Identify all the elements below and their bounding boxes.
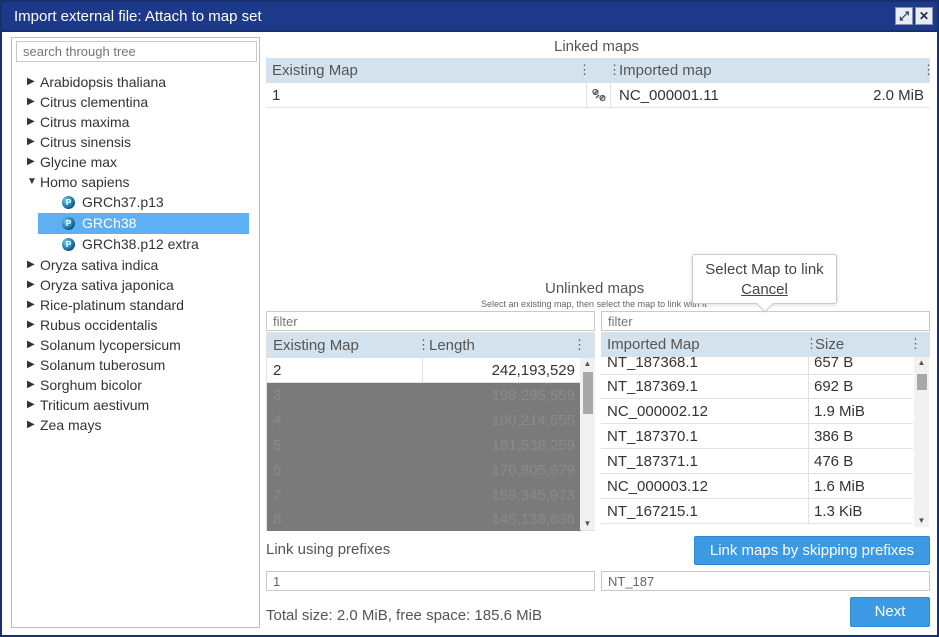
tree-item-sorghum[interactable]: ▶ Sorghum bicolor — [12, 375, 259, 395]
tree-item-zea-mays[interactable]: ▶ Zea mays — [12, 415, 259, 435]
tree-item-solanum-tuberosum[interactable]: ▶ Solanum tuberosum — [12, 355, 259, 375]
column-menu-icon[interactable]: ⋮ — [578, 62, 591, 78]
tree-item-citrus-clementina[interactable]: ▶ Citrus clementina — [12, 92, 259, 112]
col-existing-map[interactable]: Existing Map — [266, 58, 358, 83]
expand-arrow-icon[interactable]: ▶ — [27, 395, 35, 415]
expand-arrow-icon[interactable]: ▶ — [27, 275, 35, 295]
map-p-icon: P — [62, 238, 75, 251]
expand-arrow-icon[interactable]: ▶ — [27, 375, 35, 395]
expand-arrow-icon[interactable]: ▶ — [27, 255, 35, 275]
imported-row[interactable]: NC_000003.12 1.6 MiB — [601, 474, 913, 499]
imported-row[interactable]: NC_000002.12 1.9 MiB — [601, 399, 913, 424]
tree-item-grch38[interactable]: P GRCh38 — [38, 213, 249, 234]
imported-maps-grid: NT_187368.1 657 B NT_187369.1 692 B NC_0… — [601, 332, 930, 527]
scroll-thumb[interactable] — [583, 372, 593, 414]
tree-list: ▶ Arabidopsis thaliana ▶ Citrus clementina… — [12, 72, 259, 435]
size-status: Total size: 2.0 MiB, free space: 185.6 M… — [266, 607, 542, 624]
existing-row[interactable]: 2 242,193,529 — [267, 358, 581, 383]
scroll-down-icon[interactable]: ▼ — [580, 518, 595, 530]
tree-item-arabidopsis[interactable]: ▶ Arabidopsis thaliana — [12, 72, 259, 92]
tree-item-rice-platinum[interactable]: ▶ Rice-platinum standard — [12, 295, 259, 315]
expand-arrow-icon[interactable]: ▶ — [27, 152, 35, 172]
expand-arrow-icon[interactable]: ▶ — [27, 132, 35, 152]
close-icon[interactable]: ✕ — [915, 7, 933, 25]
window-title: Import external file: Attach to map set — [14, 8, 262, 25]
existing-prefix-input[interactable] — [266, 571, 595, 591]
existing-maps-grid: Existing Map ⋮ Length ⋮ 2 242,193,529 3 … — [266, 332, 595, 531]
collapse-arrow-icon[interactable]: ▼ — [27, 172, 37, 192]
tree-item-rubus[interactable]: ▶ Rubus occidentalis — [12, 315, 259, 335]
expand-arrow-icon[interactable]: ▶ — [27, 355, 35, 375]
existing-scrollbar[interactable]: ▲ ▼ — [580, 358, 595, 530]
existing-row[interactable]: 3 198,295,559 — [267, 383, 581, 408]
scroll-up-icon[interactable]: ▲ — [580, 358, 595, 370]
tree-item-solanum-lycopersicum[interactable]: ▶ Solanum lycopersicum — [12, 335, 259, 355]
col-existing-map[interactable]: Existing Map — [267, 333, 359, 358]
tree-item-triticum[interactable]: ▶ Triticum aestivum — [12, 395, 259, 415]
map-p-icon: P — [62, 217, 75, 230]
restore-icon[interactable]: ⤢ — [895, 7, 913, 25]
tree-item-homo-sapiens[interactable]: ▼ Homo sapiens — [12, 172, 259, 192]
tree-item-grch38-extra[interactable]: P GRCh38.p12 extra — [38, 234, 249, 255]
existing-grid-header: Existing Map ⋮ Length ⋮ — [267, 333, 594, 358]
tree-item-citrus-sinensis[interactable]: ▶ Citrus sinensis — [12, 132, 259, 152]
col-imported-map[interactable]: Imported map — [613, 58, 712, 83]
existing-row[interactable]: 4 190,214,555 — [267, 408, 581, 433]
existing-row[interactable]: 8 145,138,636 — [267, 507, 581, 530]
unlinked-hint: Select an existing map, then select the … — [481, 299, 707, 309]
expand-arrow-icon[interactable]: ▶ — [27, 92, 35, 112]
expand-arrow-icon[interactable]: ▶ — [27, 415, 35, 435]
imported-scrollbar[interactable]: ▲ ▼ — [914, 357, 929, 527]
popover-text: Select Map to link — [705, 261, 824, 278]
col-imported-map[interactable]: Imported Map — [601, 332, 700, 357]
scroll-up-icon[interactable]: ▲ — [914, 357, 929, 369]
unlink-icon[interactable] — [586, 83, 611, 108]
select-map-popover: Select Map to link Cancel — [692, 254, 837, 313]
scroll-down-icon[interactable]: ▼ — [914, 515, 929, 527]
tree-item-glycine-max[interactable]: ▶ Glycine max — [12, 152, 259, 172]
expand-arrow-icon[interactable]: ▶ — [27, 72, 35, 92]
existing-filter-input[interactable] — [266, 311, 595, 331]
map-tree-pane: ▶Arabidopsis thaliana ▶Citrus clementina… — [11, 37, 260, 628]
imported-grid-header: Imported Map ⋮ Size ⋮ — [601, 332, 930, 357]
existing-row[interactable]: 7 159,345,973 — [267, 483, 581, 508]
window-titlebar: Import external file: Attach to map set … — [0, 0, 939, 32]
tree-search-input[interactable] — [16, 41, 257, 62]
expand-arrow-icon[interactable]: ▶ — [27, 295, 35, 315]
tree-item-citrus-maxima[interactable]: ▶ Citrus maxima — [12, 112, 259, 132]
imported-filter-input[interactable] — [601, 311, 930, 331]
link-prefixes-label: Link using prefixes — [266, 541, 391, 558]
unlinked-maps-title: Unlinked maps — [545, 280, 645, 297]
linked-maps-grid: Existing Map ⋮ ⋮ Imported map ⋮ 1 NC_000… — [266, 58, 935, 108]
expand-arrow-icon[interactable]: ▶ — [27, 112, 35, 132]
imported-row[interactable]: NT_187370.1 386 B — [601, 424, 913, 449]
existing-row[interactable]: 5 181,538,259 — [267, 433, 581, 458]
scroll-thumb[interactable] — [917, 374, 927, 390]
column-menu-icon[interactable]: ⋮ — [573, 337, 586, 353]
next-button[interactable]: Next — [850, 597, 930, 627]
map-p-icon: P — [62, 196, 75, 209]
imported-prefix-input[interactable] — [601, 571, 930, 591]
imported-row[interactable]: NT_187371.1 476 B — [601, 449, 913, 474]
col-size[interactable]: Size — [809, 332, 844, 357]
imported-row[interactable]: NT_187369.1 692 B — [601, 374, 913, 399]
tree-item-oryza-japonica[interactable]: ▶ Oryza sativa japonica — [12, 275, 259, 295]
column-menu-icon[interactable]: ⋮ — [909, 336, 922, 352]
linked-row[interactable]: 1 NC_000001.11 2.0 MiB — [266, 83, 930, 108]
imported-row[interactable]: NT_167215.1 1.3 KiB — [601, 499, 913, 524]
existing-row[interactable]: 6 170,805,979 — [267, 458, 581, 483]
link-skipping-prefixes-button[interactable]: Link maps by skipping prefixes — [694, 536, 930, 565]
column-menu-icon[interactable]: ⋮ — [922, 62, 935, 78]
tree-item-oryza-indica[interactable]: ▶ Oryza sativa indica — [12, 255, 259, 275]
col-length[interactable]: Length — [423, 333, 475, 358]
expand-arrow-icon[interactable]: ▶ — [27, 315, 35, 335]
linked-maps-title: Linked maps — [554, 38, 640, 55]
expand-arrow-icon[interactable]: ▶ — [27, 335, 35, 355]
linked-grid-header: Existing Map ⋮ ⋮ Imported map ⋮ — [266, 58, 935, 83]
tree-item-grch37[interactable]: P GRCh37.p13 — [38, 192, 249, 213]
